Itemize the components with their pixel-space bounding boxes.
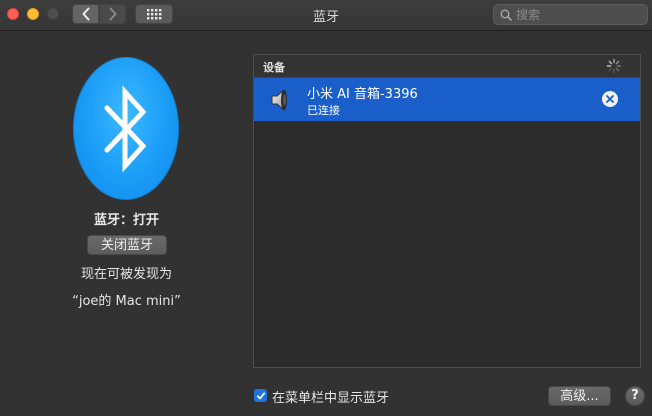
speaker-icon <box>271 88 287 112</box>
bluetooth-preferences-window: 蓝牙 蓝牙：打开 关闭蓝牙 现在可被发现为 “joe的 Mac mini” 设备 <box>0 0 652 416</box>
discoverable-label: 现在可被发现为 <box>80 267 172 282</box>
loading-spinner-icon <box>606 58 622 74</box>
search-field[interactable] <box>493 4 648 25</box>
device-name: 小米 AI 音箱-3396 <box>307 87 418 102</box>
device-row[interactable]: 小米 AI 音箱-3396 已连接 <box>254 78 640 121</box>
close-icon <box>606 95 614 103</box>
device-list: 设备 小米 AI 音箱-3396 已连接 <box>253 54 641 368</box>
device-connection-status: 已连接 <box>307 104 340 117</box>
help-button[interactable]: ? <box>625 386 645 406</box>
discoverable-device-name: “joe的 Mac mini” <box>72 294 181 309</box>
bluetooth-logo <box>73 57 179 200</box>
device-list-header: 设备 <box>254 55 640 78</box>
disconnect-device-button[interactable] <box>602 91 618 107</box>
checkmark-icon <box>256 392 265 399</box>
turn-off-bluetooth-button[interactable]: 关闭蓝牙 <box>87 235 167 255</box>
search-icon <box>500 9 512 21</box>
device-list-title: 设备 <box>263 61 285 74</box>
search-input[interactable] <box>512 7 636 22</box>
bluetooth-status: 蓝牙：打开 <box>93 213 159 228</box>
show-in-menubar-label[interactable]: 在菜单栏中显示蓝牙 <box>272 387 389 406</box>
title-bar: 蓝牙 <box>0 0 652 31</box>
advanced-button[interactable]: 高级... <box>548 386 611 406</box>
show-in-menubar-checkbox[interactable] <box>254 389 267 402</box>
bluetooth-icon <box>104 85 147 173</box>
